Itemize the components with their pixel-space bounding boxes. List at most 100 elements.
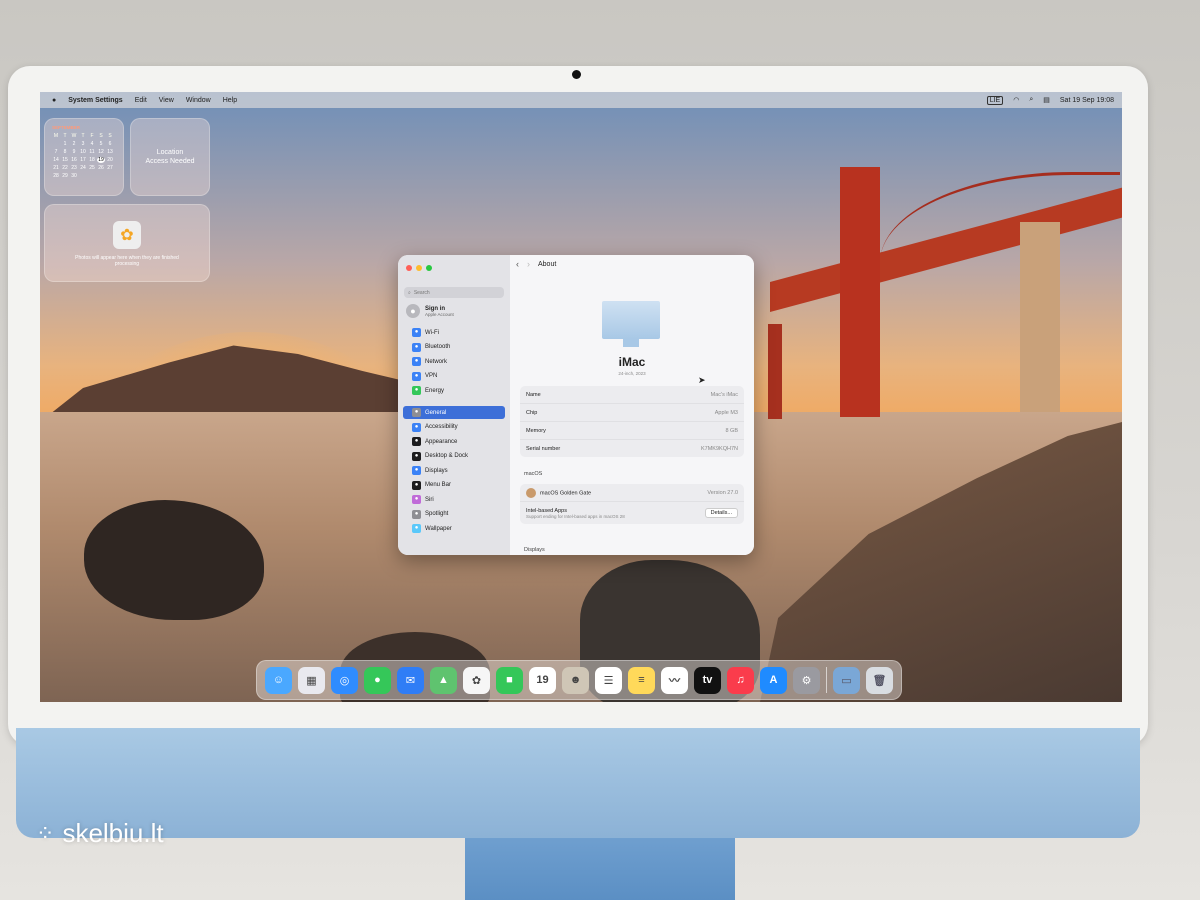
sidebar-item-label: Menu Bar <box>425 482 452 488</box>
sidebar-item-desktop-dock[interactable]: ● Desktop & Dock <box>403 450 505 463</box>
sidebar-item-label: Wi-Fi <box>425 329 439 336</box>
menu-edit[interactable]: Edit <box>135 97 147 104</box>
input-source-indicator[interactable]: LIE <box>986 95 1004 105</box>
sidebar-item-label: Network <box>425 358 448 365</box>
appearance-icon: ● <box>412 437 421 446</box>
pane-title: About <box>538 260 557 268</box>
imac-image <box>602 301 660 339</box>
sidebar-item-bluetooth[interactable]: ● Bluetooth <box>403 341 505 354</box>
apple-logo-icon[interactable]: ● <box>52 97 56 104</box>
sidebar-item-wi-fi[interactable]: ● Wi-Fi <box>403 326 505 339</box>
device-model: 24-inch, 2023 <box>618 371 646 376</box>
search-field[interactable]: ⌕ Search <box>404 287 504 298</box>
reminders-icon[interactable]: ☰ <box>595 666 622 694</box>
dock: ☺ ▦ ◎ ● ✉ ▲ ✿ ■ 19 ☻ ☰ ≡ 〰 tv ♫ A ⚙ ▭ 🗑 <box>256 660 902 700</box>
calendar-grid: M T W T F S S 1 2 3 4 5 6 7 8 9 10 11 12 13 14 15 16 17 18 19 20 21… <box>52 133 123 181</box>
sidebar-item-siri[interactable]: ● Siri <box>403 493 505 506</box>
spec-label: Serial number <box>526 445 561 452</box>
safari-icon[interactable]: ◎ <box>331 666 358 694</box>
photos-icon: ✿ <box>113 221 141 249</box>
sign-in-subtitle: Apple Account <box>425 311 454 317</box>
finder-icon[interactable]: ☺ <box>265 666 292 694</box>
sidebar-item-label: General <box>425 409 447 416</box>
control-center-icon[interactable]: ▤ <box>1043 96 1050 104</box>
menu-extras: LIE ◠ ⌕ ▤ Sat 19 Sep 19:08 <box>986 92 1114 108</box>
sidebar-item-menu-bar[interactable]: ● Menu Bar <box>403 479 505 492</box>
calendar-weekday: M <box>53 133 59 139</box>
menu-window[interactable]: Window <box>186 97 211 104</box>
photos-widget[interactable]: ✿ Photos will appear here when they are … <box>44 204 210 282</box>
close-button[interactable] <box>406 265 412 271</box>
appstore-icon[interactable]: A <box>760 666 787 694</box>
bluetooth-icon: ● <box>412 342 421 352</box>
about-pane: ‹ › About iMac 24-inch, 2023 ➤ Name Mac's… <box>510 255 754 555</box>
menu-app-name[interactable]: System Settings <box>68 97 122 104</box>
sidebar-item-appearance[interactable]: ● Appearance <box>403 435 505 448</box>
calendar-day: 20 <box>107 157 113 163</box>
sign-in-item[interactable]: ● Sign in Apple Account <box>406 304 502 318</box>
gear-icon: ● <box>412 408 421 417</box>
search-icon: ⌕ <box>408 289 411 296</box>
macos-row: macOS Golden Gate Version 27.0 <box>520 484 744 502</box>
sidebar-item-energy[interactable]: ● Energy <box>403 384 505 397</box>
trash-icon[interactable]: 🗑 <box>866 666 893 694</box>
energy-icon: ● <box>412 386 421 395</box>
spec-value: K7MK9KQH7N <box>701 445 738 452</box>
accessibility-icon: ● <box>412 422 421 432</box>
sidebar-item-spotlight[interactable]: ● Spotlight <box>403 508 505 521</box>
messages-icon[interactable]: ● <box>364 666 391 694</box>
calendar-day <box>52 141 60 147</box>
sidebar-item-label: Siri <box>425 496 434 503</box>
calendar-day: 25 <box>89 165 95 171</box>
zoom-button[interactable] <box>426 265 432 271</box>
globe-icon: ● <box>412 357 421 366</box>
displays-section-header: Displays <box>524 547 545 553</box>
minimize-button[interactable] <box>416 265 422 271</box>
calendar-day: 30 <box>71 173 77 179</box>
spotlight-icon[interactable]: ⌕ <box>1029 96 1033 104</box>
macos-name: macOS Golden Gate <box>540 489 592 496</box>
calendar-widget[interactable]: SEPTEMBER M T W T F S S 1 2 3 4 5 6 7 8 9 10 11 12 13 14 15 16… <box>44 118 124 196</box>
facetime-icon[interactable]: ■ <box>496 666 523 694</box>
sidebar-item-general[interactable]: ● General <box>403 406 505 419</box>
maps-icon[interactable]: ▲ <box>430 666 457 694</box>
contacts-icon[interactable]: ☻ <box>562 666 589 694</box>
calendar-day: 6 <box>108 141 112 147</box>
location-widget[interactable]: Location Access Needed <box>130 118 210 196</box>
sidebar-item-label: Spotlight <box>425 511 449 517</box>
forward-icon[interactable]: › <box>527 259 530 269</box>
tv-icon[interactable]: tv <box>694 666 721 694</box>
folder-icon[interactable]: ▭ <box>833 666 860 694</box>
freeform-icon[interactable]: 〰 <box>661 666 688 694</box>
sidebar-item-network[interactable]: ● Network <box>403 355 505 368</box>
sidebar-item-wallpaper[interactable]: ● Wallpaper <box>403 522 505 535</box>
menu-view[interactable]: View <box>159 97 174 104</box>
mail-icon[interactable]: ✉ <box>397 666 424 694</box>
settings-icon[interactable]: ⚙ <box>793 666 820 694</box>
wifi-icon[interactable]: ◠ <box>1013 96 1019 104</box>
bridge-tower <box>840 167 880 417</box>
menu-clock[interactable]: Sat 19 Sep 19:08 <box>1060 97 1114 104</box>
notes-icon[interactable]: ≡ <box>628 666 655 694</box>
details-button[interactable]: Details... <box>704 508 738 518</box>
calendar-day: 27 <box>107 165 113 171</box>
spotlight-icon: ● <box>412 509 421 519</box>
calendar-day: 1 <box>63 141 67 147</box>
sidebar-item-accessibility[interactable]: ● Accessibility <box>403 421 505 434</box>
camera <box>572 70 581 79</box>
music-icon[interactable]: ♫ <box>727 666 754 694</box>
macos-version: Version 27.0 <box>707 489 738 496</box>
launchpad-icon[interactable]: ▦ <box>298 666 325 694</box>
photos-icon[interactable]: ✿ <box>463 666 490 694</box>
calendar-day: 12 <box>98 149 104 155</box>
calendar-weekday: S <box>99 133 103 139</box>
calendar-icon[interactable]: 19 <box>529 666 556 694</box>
calendar-day: 16 <box>71 157 77 163</box>
sidebar-item-vpn[interactable]: ● VPN <box>403 370 505 383</box>
search-placeholder: Search <box>413 289 430 296</box>
sidebar-item-displays[interactable]: ● Displays <box>403 464 505 477</box>
calendar-day: 14 <box>53 157 59 163</box>
sidebar-item-label: Desktop & Dock <box>425 453 469 459</box>
menu-help[interactable]: Help <box>223 97 237 104</box>
back-icon[interactable]: ‹ <box>516 259 519 269</box>
